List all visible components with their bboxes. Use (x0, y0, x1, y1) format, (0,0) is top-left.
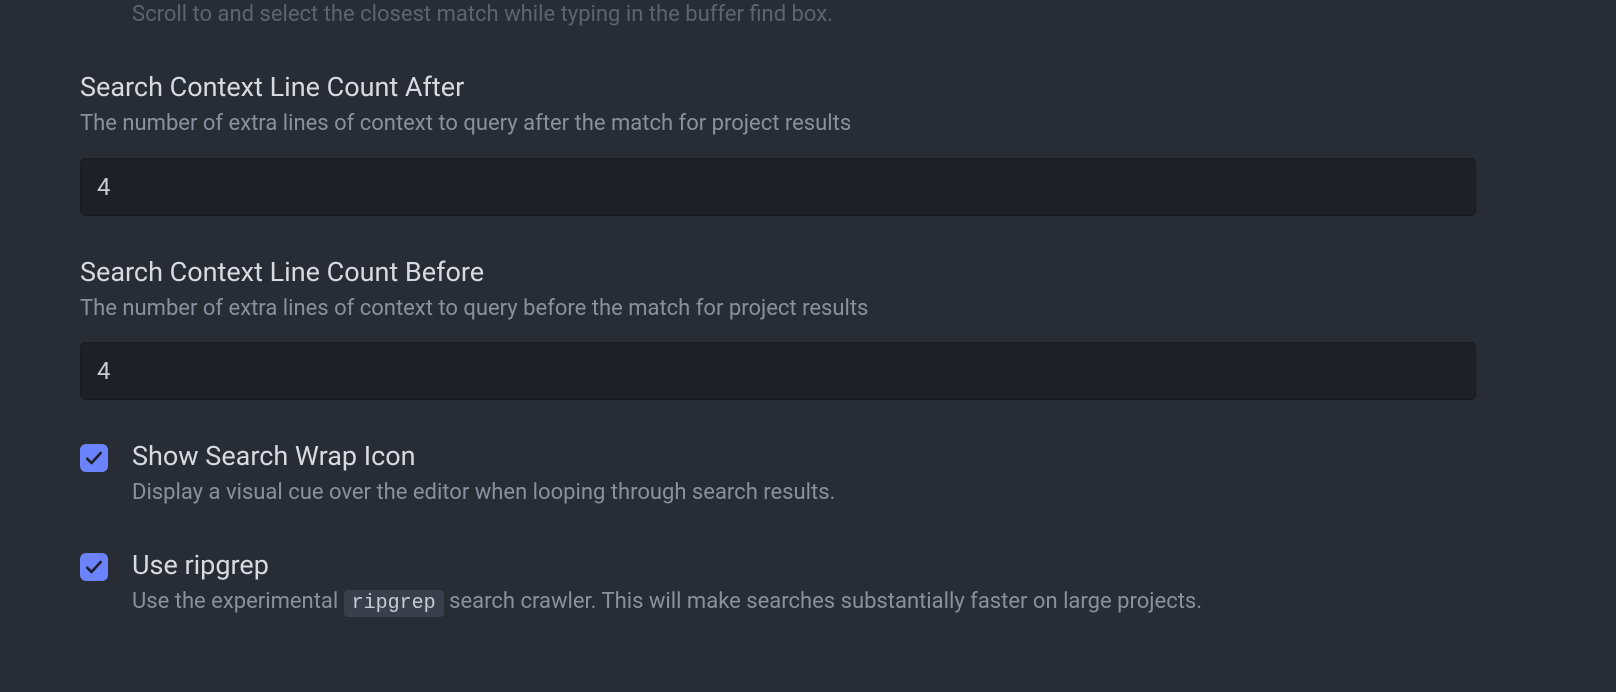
check-icon (84, 448, 104, 468)
setting-title: Show Search Wrap Icon (132, 440, 416, 472)
search-context-after-input[interactable] (80, 158, 1476, 216)
setting-description: Display a visual cue over the editor whe… (132, 478, 1476, 509)
setting-description: Use the experimental ripgrep search craw… (132, 587, 1476, 618)
use-ripgrep-checkbox[interactable] (80, 553, 108, 581)
search-context-before-input[interactable] (80, 342, 1476, 400)
setting-use-ripgrep: Use ripgrep Use the experimental ripgrep… (80, 549, 1476, 618)
setting-title: Search Context Line Count After (80, 71, 1476, 103)
setting-title: Use ripgrep (132, 549, 269, 581)
annotation-arrow (0, 658, 1616, 692)
settings-panel: Scroll to and select the closest match w… (0, 0, 1616, 618)
setting-title: Search Context Line Count Before (80, 256, 1476, 288)
setting-search-context-after: Search Context Line Count After The numb… (80, 71, 1476, 216)
ripgrep-code-token: ripgrep (344, 590, 444, 617)
truncated-setting-description: Scroll to and select the closest match w… (132, 0, 1476, 31)
setting-search-context-before: Search Context Line Count Before The num… (80, 256, 1476, 401)
show-wrap-icon-checkbox[interactable] (80, 444, 108, 472)
setting-show-search-wrap-icon: Show Search Wrap Icon Display a visual c… (80, 440, 1476, 509)
setting-description: The number of extra lines of context to … (80, 294, 1476, 325)
setting-description: The number of extra lines of context to … (80, 109, 1476, 140)
check-icon (84, 557, 104, 577)
